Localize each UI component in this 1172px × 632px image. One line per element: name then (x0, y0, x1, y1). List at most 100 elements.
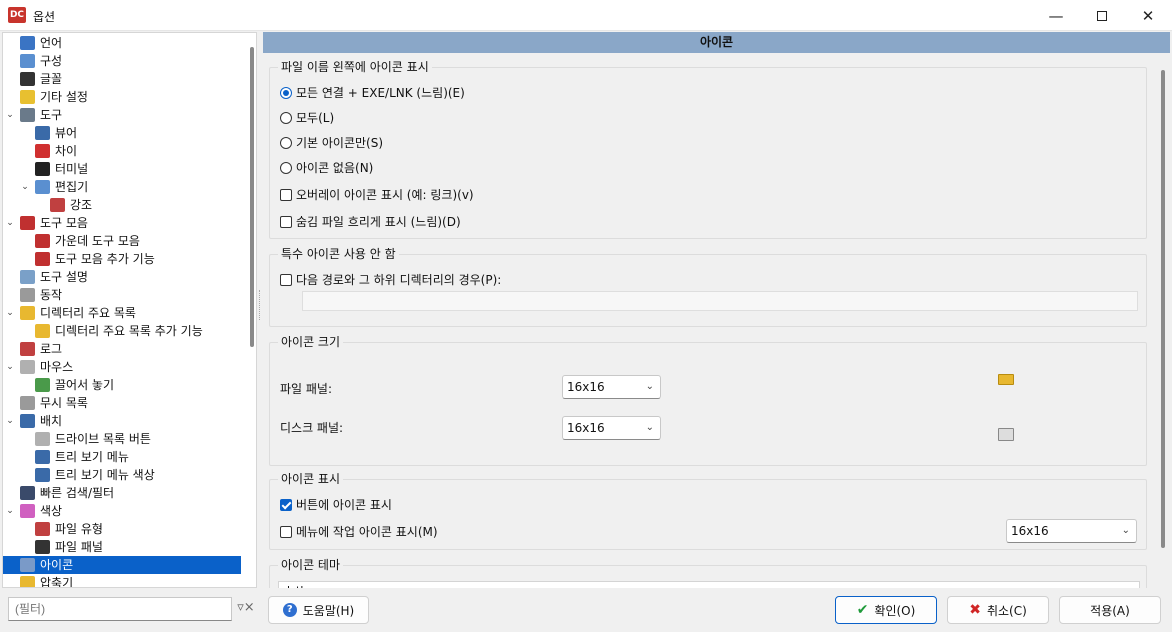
tree-item[interactable]: 뷰어 (3, 124, 241, 142)
icon-display-legend: 아이콘 표시 (278, 472, 344, 486)
tree-item[interactable]: 압축기 (3, 574, 241, 587)
tree-item[interactable]: ⌄ 편집기 (3, 178, 241, 196)
clear-filter-button[interactable]: ▿× (236, 600, 256, 618)
tree-item[interactable]: 아이콘 (3, 556, 241, 574)
tree-item[interactable]: 드라이브 목록 버튼 (3, 430, 241, 448)
minimize-button[interactable]: — (1033, 0, 1079, 31)
special-icons-group: 특수 아이콘 사용 안 함 다음 경로와 그 하위 디렉터리의 경우(P): (269, 247, 1147, 327)
cancel-button[interactable]: ✖ 취소(C) (947, 596, 1049, 624)
icon-theme-item[interactable]: dctheme (283, 584, 332, 588)
exclude-path-input[interactable] (302, 291, 1138, 311)
radio-no-icons[interactable]: 아이콘 없음(N) (280, 159, 373, 177)
tree-item[interactable]: 도구 설명 (3, 268, 241, 286)
icon-theme-list[interactable]: dctheme (278, 581, 1140, 588)
checkbox-indicator (280, 188, 292, 201)
chevron-down-icon: ⌄ (1121, 525, 1130, 536)
tree-item[interactable]: ⌄ 디렉터리 주요 목록 (3, 304, 241, 322)
tree-item[interactable]: ⌄ 배치 (3, 412, 241, 430)
tree-item[interactable]: 구성 (3, 52, 241, 70)
tree-item-label: 트리 보기 메뉴 색상 (55, 468, 155, 482)
file-panel-size-select[interactable]: 16x16 ⌄ (562, 375, 661, 399)
tree-item[interactable]: 글꼴 (3, 70, 241, 88)
exclude-path-checkbox[interactable]: 다음 경로와 그 하위 디렉터리의 경우(P): (280, 271, 501, 289)
expand-chevron-icon[interactable]: ⌄ (5, 358, 15, 376)
tree-item[interactable]: 차이 (3, 142, 241, 160)
close-icon: ✕ (1141, 6, 1155, 25)
file-panel-size-label: 파일 패널: (280, 382, 333, 396)
config-icon (20, 54, 35, 68)
icon-display-group: 아이콘 표시 버튼에 아이콘 표시 메뉴에 작업 아이콘 표시(M) 16x16… (269, 472, 1147, 550)
help-button[interactable]: ? 도움말(H) (268, 596, 369, 624)
radio-standard-only[interactable]: 기본 아이콘만(S) (280, 134, 383, 152)
tree-item-label: 기타 설정 (40, 90, 88, 104)
tree-item-label: 동작 (40, 288, 63, 302)
tree-item[interactable]: 트리 보기 메뉴 색상 (3, 466, 241, 484)
tree-item[interactable]: 끌어서 놓기 (3, 376, 241, 394)
tree-item[interactable]: 파일 유형 (3, 520, 241, 538)
smiley-icon (20, 90, 35, 104)
expand-chevron-icon[interactable]: ⌄ (5, 106, 15, 124)
icon-size-group: 아이콘 크기 파일 패널: 16x16 ⌄ 디스크 패널: 16x16 ⌄ (269, 335, 1147, 466)
expand-chevron-icon[interactable]: ⌄ (5, 502, 15, 520)
tree-item[interactable]: 강조 (3, 196, 241, 214)
apply-button[interactable]: 적용(A) (1059, 596, 1161, 624)
expand-chevron-icon[interactable]: ⌄ (5, 304, 15, 322)
tree-item-label: 드라이브 목록 버튼 (55, 432, 151, 446)
tree-item[interactable]: 기타 설정 (3, 88, 241, 106)
tree-item[interactable]: ⌄ 도구 (3, 106, 241, 124)
tree-item[interactable]: 빠른 검색/필터 (3, 484, 241, 502)
window-title: 옵션 (33, 10, 56, 24)
tree-item[interactable]: 가운데 도구 모음 (3, 232, 241, 250)
editor-icon (35, 180, 50, 194)
disk-panel-size-select[interactable]: 16x16 ⌄ (562, 416, 661, 440)
font-icon (20, 72, 35, 86)
show-button-icons-checkbox[interactable]: 버튼에 아이콘 표시 (280, 496, 392, 514)
expand-chevron-icon[interactable]: ⌄ (20, 178, 30, 196)
book-icon (35, 126, 50, 140)
tree-item[interactable]: 로그 (3, 340, 241, 358)
log-icon (20, 342, 35, 356)
pane-splitter[interactable] (259, 290, 261, 320)
folder-icon (20, 306, 35, 320)
tree-item[interactable]: ⌄ 마우스 (3, 358, 241, 376)
terminal-icon (35, 162, 50, 176)
radio-indicator (280, 111, 292, 124)
show-menu-icons-checkbox[interactable]: 메뉴에 작업 아이콘 표시(M) (280, 523, 438, 541)
options-tree[interactable]: 언어 구성 글꼴기타 설정 ⌄ 도구뷰어차이터미널 ⌄ 편집기 강조 ⌄ 도구 모음 가운데 도구 … (2, 32, 257, 588)
flag-icon (20, 36, 35, 50)
radio-all-associations[interactable]: 모든 연결 + EXE/LNK (느림)(E) (280, 84, 465, 102)
tree-item[interactable]: 도구 모음 추가 기능 (3, 250, 241, 268)
radio-all[interactable]: 모두(L) (280, 109, 334, 127)
close-button[interactable]: ✕ (1125, 0, 1171, 31)
scissors-icon (20, 216, 35, 230)
tree-item-label: 아이콘 (40, 558, 74, 572)
tree-item-label: 뷰어 (55, 126, 78, 140)
expand-chevron-icon[interactable]: ⌄ (5, 412, 15, 430)
ignore-list-icon (20, 396, 35, 410)
tree-item[interactable]: ⌄ 도구 모음 (3, 214, 241, 232)
maximize-button[interactable] (1079, 0, 1125, 31)
checkmark-icon: ✔ (856, 602, 869, 618)
dim-hidden-files-checkbox[interactable]: 숨김 파일 흐리게 표시 (느림)(D) (280, 213, 461, 231)
tree-item[interactable]: 디렉터리 주요 목록 추가 기능 (3, 322, 241, 340)
diff-icon (35, 144, 50, 158)
filter-input[interactable] (8, 597, 232, 621)
tree-item-label: 차이 (55, 144, 78, 158)
help-icon: ? (282, 603, 297, 617)
content-scrollbar[interactable] (1161, 70, 1165, 548)
ok-button[interactable]: ✔ 확인(O) (835, 596, 937, 624)
tree-menu-icon (35, 468, 50, 482)
page-title: 아이콘 (263, 32, 1170, 53)
tree-item[interactable]: 파일 패널 (3, 538, 241, 556)
tree-item[interactable]: 동작 (3, 286, 241, 304)
tree-scrollbar[interactable] (250, 47, 254, 347)
expand-chevron-icon[interactable]: ⌄ (5, 214, 15, 232)
tree-item[interactable]: 트리 보기 메뉴 (3, 448, 241, 466)
tree-item[interactable]: 터미널 (3, 160, 241, 178)
tree-item-label: 도구 모음 추가 기능 (55, 252, 155, 266)
menu-icon-size-select[interactable]: 16x16 ⌄ (1006, 519, 1137, 543)
overlay-icons-checkbox[interactable]: 오버레이 아이콘 표시 (예: 링크)(v) (280, 186, 474, 204)
tree-item[interactable]: ⌄ 색상 (3, 502, 241, 520)
tree-item[interactable]: 무시 목록 (3, 394, 241, 412)
tree-item[interactable]: 언어 (3, 34, 241, 52)
